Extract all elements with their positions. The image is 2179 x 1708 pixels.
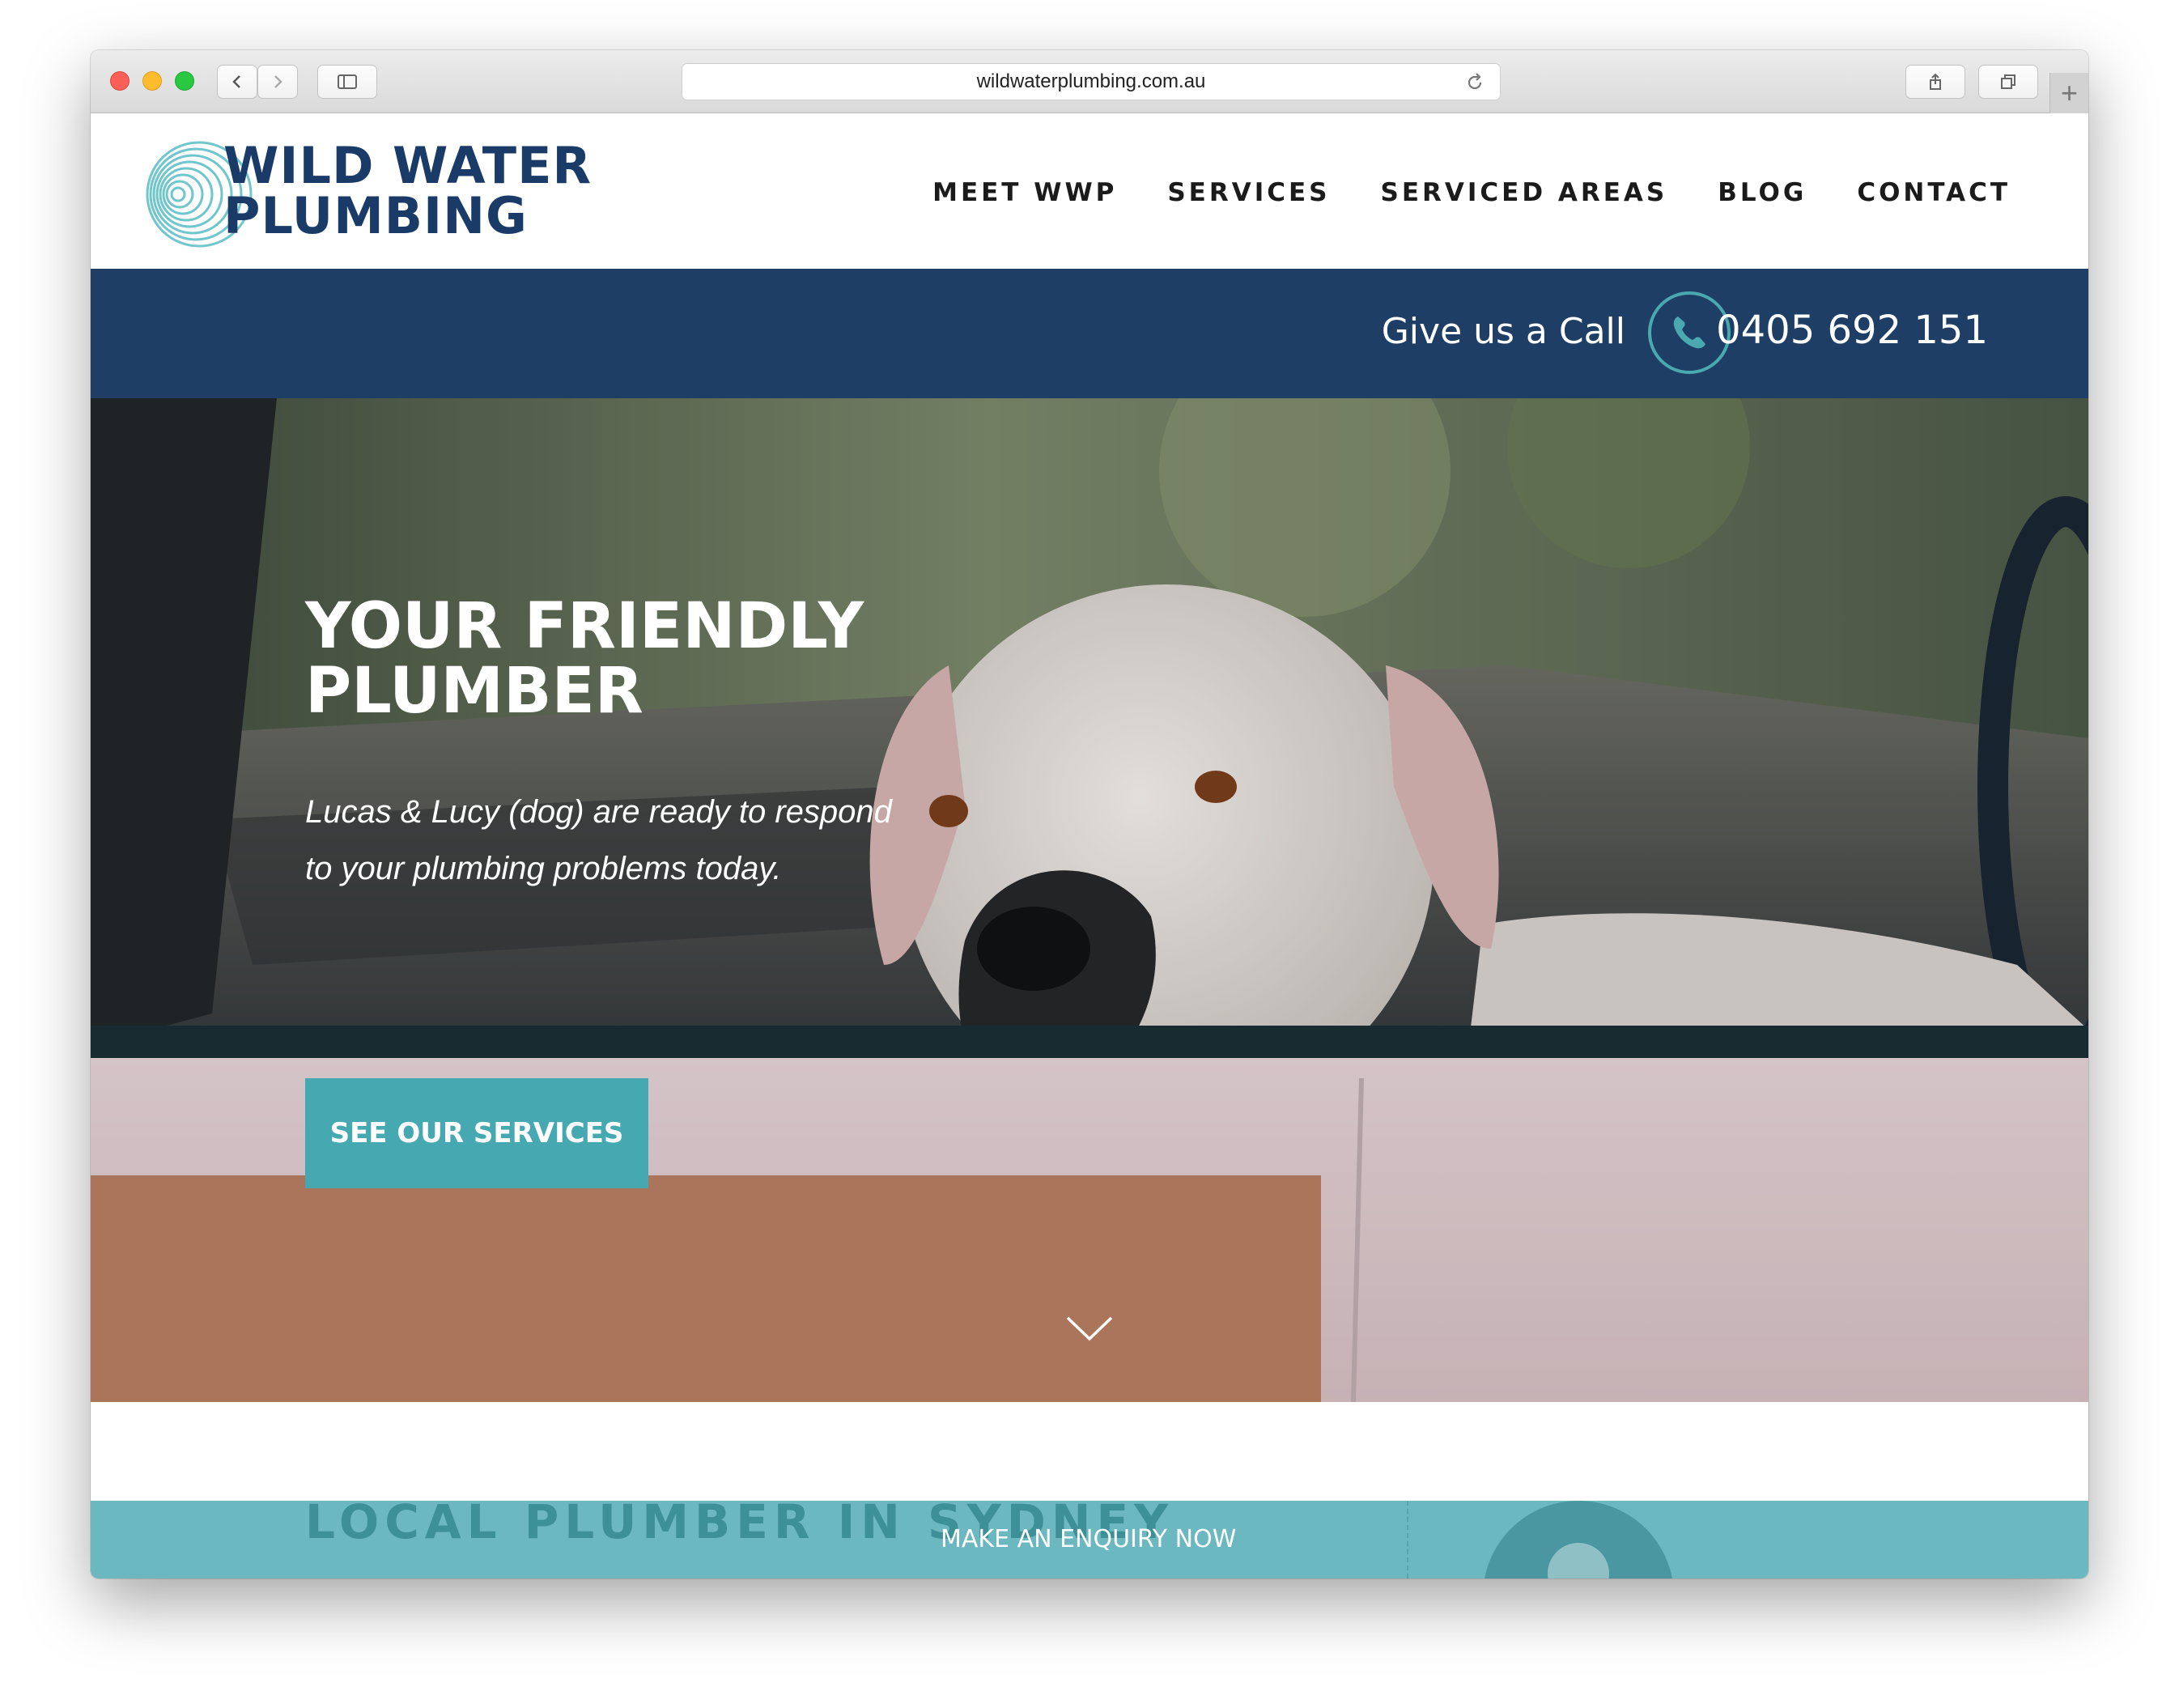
back-button[interactable] <box>217 65 257 99</box>
section-spacer <box>91 1402 2088 1501</box>
reload-icon[interactable] <box>1464 72 1485 93</box>
close-window-button[interactable] <box>110 71 130 91</box>
browser-toolbar: wildwaterplumbing.com.au + <box>91 50 2088 113</box>
phone-icon <box>1673 317 1705 349</box>
hero-photo <box>91 398 2088 1402</box>
enquiry-bar: LOCAL PLUMBER IN SYDNEY MAKE AN ENQUIRY … <box>91 1501 2088 1578</box>
address-bar[interactable]: wildwaterplumbing.com.au <box>682 63 1501 100</box>
enquiry-link[interactable]: MAKE AN ENQUIRY NOW <box>941 1525 1236 1553</box>
nav-blog[interactable]: BLOG <box>1718 178 1807 207</box>
logo[interactable]: WILD WATER PLUMBING <box>142 138 596 251</box>
divider <box>1407 1501 1408 1578</box>
tabs-overview-button[interactable] <box>1978 65 2038 99</box>
share-icon <box>1930 73 1941 90</box>
minimize-window-button[interactable] <box>142 71 162 91</box>
hero-title: YOUR FRIENDLY PLUMBER <box>305 594 969 724</box>
logo-line-1: WILD WATER <box>223 136 593 195</box>
site-header: WILD WATER PLUMBING MEET WWP SERVICES SE… <box>91 113 2088 269</box>
forward-button[interactable] <box>257 65 298 99</box>
chevron-left-icon <box>232 75 240 88</box>
person-icon <box>1548 1543 1609 1578</box>
plumber-photo <box>1483 1501 1674 1578</box>
browser-window: wildwaterplumbing.com.au + WILD WATER PL… <box>91 50 2088 1578</box>
url-text: wildwaterplumbing.com.au <box>976 70 1206 92</box>
share-button[interactable] <box>1905 65 1965 99</box>
hero-subtitle: Lucas & Lucy (dog) are ready to respond … <box>305 784 920 897</box>
chevron-right-icon <box>274 75 282 88</box>
sidebar-toggle-button[interactable] <box>317 65 377 99</box>
nav-serviced-areas[interactable]: SERVICED AREAS <box>1381 178 1668 207</box>
nav-meet-wwp[interactable]: MEET WWP <box>932 178 1117 207</box>
chevron-down-icon[interactable] <box>1064 1313 1115 1345</box>
call-bar: Give us a Call 0405 692 151 <box>91 269 2088 398</box>
hero-section: YOUR FRIENDLY PLUMBER Lucas & Lucy (dog)… <box>91 398 2088 1402</box>
hero-subtitle-line-1: Lucas & Lucy (dog) are ready to respond <box>305 794 892 830</box>
phone-number[interactable]: 0405 692 151 <box>1716 308 1988 353</box>
logo-line-2: PLUMBING <box>223 186 528 245</box>
sidebar-icon <box>338 74 357 89</box>
main-nav: MEET WWP SERVICES SERVICED AREAS BLOG CO… <box>932 178 2011 207</box>
new-tab-button[interactable]: + <box>2049 73 2088 113</box>
nav-contact[interactable]: CONTACT <box>1857 178 2011 207</box>
call-label: Give us a Call <box>1381 311 1625 352</box>
hero-subtitle-line-2: to your plumbing problems today. <box>305 851 782 886</box>
plus-icon: + <box>2060 76 2079 109</box>
hero-title-line-2: PLUMBER <box>305 655 644 728</box>
hero-title-line-1: YOUR FRIENDLY <box>305 590 864 663</box>
tabs-icon <box>2001 74 2015 89</box>
nav-services[interactable]: SERVICES <box>1167 178 1330 207</box>
logo-text: WILD WATER PLUMBING <box>223 141 592 241</box>
see-our-services-button[interactable]: SEE OUR SERVICES <box>305 1078 648 1188</box>
zoom-window-button[interactable] <box>175 71 194 91</box>
